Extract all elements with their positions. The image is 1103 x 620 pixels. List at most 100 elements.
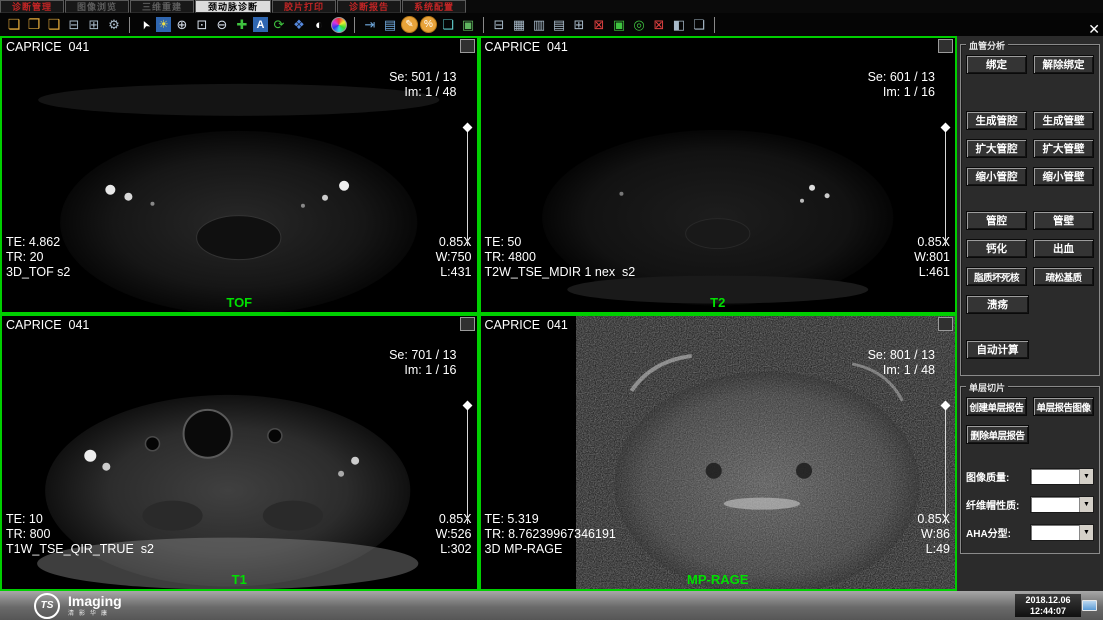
film-strip-icon[interactable]: ▤: [381, 16, 399, 34]
roi-rectangle-icon[interactable]: ▣: [610, 16, 628, 34]
tab-diagnosis-report[interactable]: 诊断报告: [337, 0, 401, 13]
annotation-tool-icon[interactable]: A: [253, 17, 268, 32]
image-quality-label: 图像质量:: [966, 469, 1009, 484]
vessel-analysis-group: 血管分析 绑定 解除绑定 生成管腔 生成管壁 扩大管腔 扩大管壁 缩小管腔 缩小…: [960, 44, 1100, 376]
create-slice-report-button[interactable]: 创建单层报告: [966, 397, 1027, 416]
zoom-region-tool-icon[interactable]: ⊡: [193, 16, 211, 34]
ratio-tool-icon[interactable]: %: [420, 16, 437, 33]
fit-to-screen-tool-icon[interactable]: ❖: [290, 16, 308, 34]
sequence-label: T1: [2, 572, 477, 587]
aha-type-label: AHA分型:: [966, 525, 1011, 540]
group-title: 血管分析: [966, 39, 1008, 52]
sequence-label: MP-RAGE: [481, 572, 956, 587]
brand-logo: TS: [34, 593, 60, 619]
series-info: Se: 501 / 13Im: 1 / 48: [389, 40, 456, 130]
open-study-folder-icon[interactable]: ❏: [5, 16, 23, 34]
menu-bar: 诊断管理 图像浏览 三维重建 颈动脉诊断 胶片打印 诊断报告 系统配置: [0, 0, 1103, 13]
hemorrhage-button[interactable]: 出血: [1033, 239, 1094, 258]
toolbar-separator: [354, 17, 355, 33]
color-palette-tool-icon[interactable]: [330, 16, 348, 34]
auto-calculate-button[interactable]: 自动计算: [966, 340, 1029, 359]
new-study-folder-icon[interactable]: ❑: [45, 16, 63, 34]
slice-report-image-button[interactable]: 单层报告图像: [1033, 397, 1094, 416]
viewport-t2[interactable]: CAPRICE 041 Se: 601 / 13Im: 1 / 16 TE: 5…: [479, 36, 958, 314]
viewport-tof[interactable]: CAPRICE 041 Se: 501 / 13Im: 1 / 48 TE: 4…: [0, 36, 479, 314]
zoom-tool-icon[interactable]: ⊕: [173, 16, 191, 34]
fibrous-cap-label: 纤维帽性质:: [966, 497, 1019, 512]
patient-id: CAPRICE 041: [485, 40, 568, 55]
loose-matrix-button[interactable]: 疏松基质: [1033, 267, 1094, 286]
tab-carotid-diagnosis[interactable]: 颈动脉诊断: [195, 0, 271, 13]
fibrous-cap-select[interactable]: ▼: [1030, 496, 1094, 513]
generate-lumen-button[interactable]: 生成管腔: [966, 111, 1027, 130]
layout-close-icon[interactable]: ⊠: [590, 16, 608, 34]
copy-report-icon[interactable]: ❏: [439, 16, 457, 34]
export-image-icon[interactable]: ▣: [459, 16, 477, 34]
tab-diagnosis-manage[interactable]: 诊断管理: [0, 0, 64, 13]
refresh-tool-icon[interactable]: ⟳: [270, 16, 288, 34]
minimize-window-icon[interactable]: ⊟: [65, 16, 83, 34]
roi-ellipse-icon[interactable]: ◎: [630, 16, 648, 34]
sequence-label: T2: [481, 295, 956, 310]
tab-image-browse[interactable]: 图像浏览: [65, 0, 129, 13]
viewport-t1[interactable]: CAPRICE 041 Se: 701 / 13Im: 1 / 16 TE: 1…: [0, 314, 479, 592]
close-icon[interactable]: ✕: [1088, 21, 1100, 38]
lipid-necrotic-core-button[interactable]: 脂质坏死核: [966, 267, 1027, 286]
shrink-lumen-button[interactable]: 缩小管腔: [966, 167, 1027, 186]
toolbar-separator: [129, 17, 130, 33]
layout-single-icon[interactable]: ⊟: [490, 16, 508, 34]
date-text: 2018.12.06: [1015, 595, 1081, 606]
image-scroll-track[interactable]: [467, 408, 468, 524]
dropdown-arrow-icon[interactable]: ▼: [1079, 497, 1093, 512]
bind-button[interactable]: 绑定: [966, 55, 1027, 74]
brand-name: Imaging: [68, 595, 122, 608]
patient-id: CAPRICE 041: [6, 40, 89, 55]
series-indicator-box[interactable]: [938, 39, 953, 53]
invert-tool-icon[interactable]: ◐: [310, 16, 328, 34]
viewport-grid: CAPRICE 041 Se: 501 / 13Im: 1 / 48 TE: 4…: [0, 36, 957, 591]
cursor-tool-icon[interactable]: ➤: [133, 13, 157, 37]
image-quality-select[interactable]: ▼: [1030, 468, 1094, 485]
ulcer-button[interactable]: 溃疡: [966, 295, 1029, 314]
expand-lumen-button[interactable]: 扩大管腔: [966, 139, 1027, 158]
layout-split-half-icon[interactable]: ◧: [670, 16, 688, 34]
import-study-folder-icon[interactable]: ❐: [25, 16, 43, 34]
expand-wall-button[interactable]: 扩大管壁: [1033, 139, 1094, 158]
measure-tool-icon[interactable]: ✎: [401, 16, 418, 33]
layout-two-horizontal-icon[interactable]: ▤: [550, 16, 568, 34]
dropdown-arrow-icon[interactable]: ▼: [1079, 525, 1093, 540]
generate-wall-button[interactable]: 生成管壁: [1033, 111, 1094, 130]
aha-type-select[interactable]: ▼: [1030, 524, 1094, 541]
layout-two-vertical-icon[interactable]: ▥: [530, 16, 548, 34]
window-level-tool-icon[interactable]: ☀: [156, 17, 171, 32]
series-indicator-box[interactable]: [938, 317, 953, 331]
tab-system-config[interactable]: 系统配置: [402, 0, 466, 13]
image-scroll-track[interactable]: [945, 130, 946, 246]
layout-delete-icon[interactable]: ⊠: [650, 16, 668, 34]
layout-grid-four-icon[interactable]: ⊞: [570, 16, 588, 34]
archive-settings-icon[interactable]: ⚙: [105, 16, 123, 34]
dropdown-arrow-icon[interactable]: ▼: [1079, 469, 1093, 484]
group-title: 单层切片: [966, 381, 1008, 394]
image-scroll-track[interactable]: [945, 408, 946, 524]
delete-slice-report-button[interactable]: 删除单层报告: [966, 425, 1029, 444]
datetime-display: 2018.12.06 12:44:07: [1015, 594, 1081, 617]
shrink-wall-button[interactable]: 缩小管壁: [1033, 167, 1094, 186]
zoom-out-tool-icon[interactable]: ⊖: [213, 16, 231, 34]
layout-edit-icon[interactable]: ▦: [510, 16, 528, 34]
series-indicator-box[interactable]: [460, 317, 475, 331]
export-layout-icon[interactable]: ⇥: [361, 16, 379, 34]
tab-film-print[interactable]: 胶片打印: [272, 0, 336, 13]
export-window-icon[interactable]: ⊞: [85, 16, 103, 34]
series-indicator-box[interactable]: [460, 39, 475, 53]
lumen-button[interactable]: 管腔: [966, 211, 1027, 230]
wall-button[interactable]: 管壁: [1033, 211, 1094, 230]
pan-tool-icon[interactable]: ✚: [233, 16, 251, 34]
cascade-windows-icon[interactable]: ❏: [690, 16, 708, 34]
unbind-button[interactable]: 解除绑定: [1033, 55, 1094, 74]
calcification-button[interactable]: 钙化: [966, 239, 1027, 258]
image-scroll-track[interactable]: [467, 130, 468, 246]
toolbar-separator: [483, 17, 484, 33]
viewport-mprage[interactable]: CAPRICE 041 Se: 801 / 13Im: 1 / 48 TE: 5…: [479, 314, 958, 592]
tab-3d-reconstruction[interactable]: 三维重建: [130, 0, 194, 13]
